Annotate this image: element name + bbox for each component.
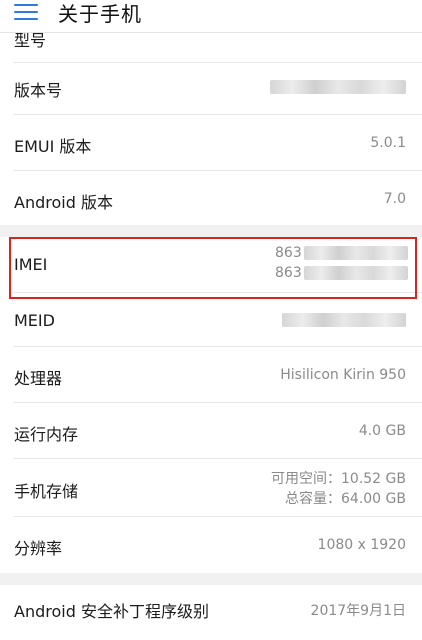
setting-row-resolution[interactable]: 分辨率 1080 x 1920 xyxy=(0,517,422,573)
setting-label: 分辨率 xyxy=(14,539,63,558)
setting-row-processor[interactable]: 处理器 Hisilicon Kirin 950 xyxy=(0,347,422,403)
setting-value: 2017年9月1日 xyxy=(310,603,406,619)
redacted-value xyxy=(282,313,406,331)
setting-label: Android 版本 xyxy=(14,193,113,212)
setting-row-security-patch[interactable]: Android 安全补丁程序级别 2017年9月1日 xyxy=(0,585,422,640)
setting-label: 运行内存 xyxy=(14,425,79,444)
setting-value: 4.0 GB xyxy=(358,423,406,439)
setting-label: MEID xyxy=(14,311,55,330)
hamburger-menu-icon[interactable] xyxy=(14,3,38,21)
app-header: 关于手机 xyxy=(0,0,422,33)
page-title: 关于手机 xyxy=(58,2,142,26)
setting-label: 型号 xyxy=(14,33,47,50)
setting-row-android-version[interactable]: Android 版本 7.0 xyxy=(0,171,422,225)
setting-row-storage[interactable]: 手机存储 可用空间：10.52 GB 总容量：64.00 GB xyxy=(0,459,422,517)
imei-highlight-box xyxy=(9,237,417,299)
section-gap xyxy=(0,225,422,237)
setting-row-emui-version[interactable]: EMUI 版本 5.0.1 xyxy=(0,115,422,171)
setting-value: 7.0 xyxy=(383,191,406,207)
setting-value: 5.0.1 xyxy=(370,135,406,151)
storage-available: 可用空间：10.52 GB xyxy=(271,471,406,487)
setting-row-meid[interactable]: MEID xyxy=(0,293,422,347)
setting-label: EMUI 版本 xyxy=(14,137,92,156)
setting-row-version-number[interactable]: 版本号 xyxy=(0,63,422,115)
setting-row-ram[interactable]: 运行内存 4.0 GB xyxy=(0,403,422,459)
storage-total: 总容量：64.00 GB xyxy=(285,491,406,507)
setting-label: 手机存储 xyxy=(14,482,79,501)
setting-value: 1080 x 1920 xyxy=(317,537,406,553)
setting-label: 处理器 xyxy=(14,369,63,388)
setting-label: 版本号 xyxy=(14,81,63,100)
setting-value: Hisilicon Kirin 950 xyxy=(280,367,406,383)
section-gap xyxy=(0,573,422,585)
redacted-value xyxy=(270,80,406,98)
setting-row-model[interactable]: 型号 xyxy=(0,33,422,63)
setting-label: Android 安全补丁程序级别 xyxy=(14,602,209,621)
